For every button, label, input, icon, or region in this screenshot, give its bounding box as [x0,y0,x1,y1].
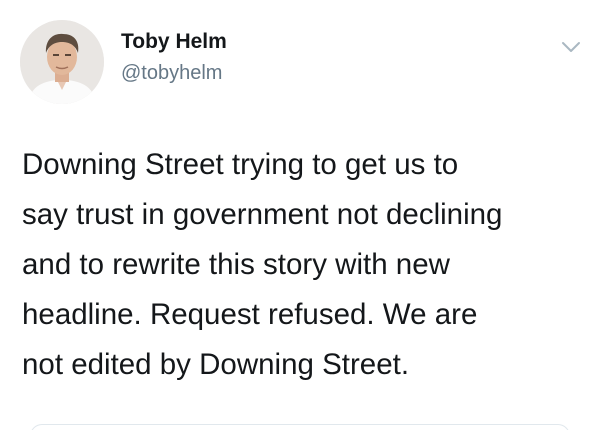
avatar-image [20,20,104,104]
chevron-down-icon[interactable] [560,36,582,58]
author-handle[interactable]: @tobyhelm [121,62,222,85]
avatar[interactable] [20,20,104,104]
tweet-text: Downing Street trying to get us to say t… [22,140,592,390]
tweet-text-line: and to rewrite this story with new [22,248,450,281]
embedded-card-edge [30,424,570,430]
tweet-text-line: say trust in government not declining [22,198,503,231]
author-display-name[interactable]: Toby Helm [121,30,227,54]
tweet-text-line: not edited by Downing Street. [22,348,410,381]
tweet-card: Toby Helm @tobyhelm Downing Street tryin… [0,0,600,430]
tweet-text-line: Downing Street trying to get us to [22,148,459,181]
tweet-text-line: headline. Request refused. We are [22,298,478,331]
